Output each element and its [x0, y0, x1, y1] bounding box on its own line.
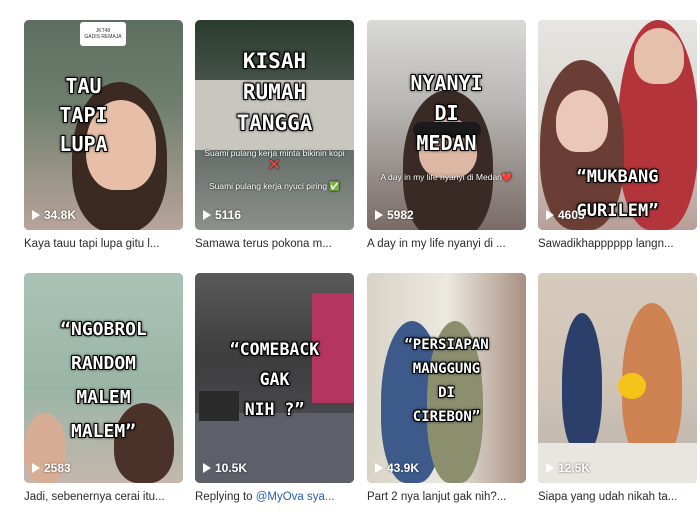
- video-card[interactable]: KISAH RUMAH TANGGA Suami pulang kerja mi…: [195, 20, 354, 250]
- play-icon: [203, 210, 211, 220]
- overlay-title: “PERSIAPAN MANGGUNG DI CIREBON”: [404, 337, 489, 425]
- video-card[interactable]: NYANYI DI MEDAN A day in my life nyanyi …: [367, 20, 526, 250]
- video-caption[interactable]: Samawa terus pokona m...: [195, 238, 354, 250]
- view-count: 5982: [375, 208, 414, 222]
- video-grid: JKT48 GADIS REMAJA TAU TAPI LUPA 34.8K K…: [0, 0, 700, 525]
- play-icon: [375, 463, 383, 473]
- video-card[interactable]: 12.5K Siapa yang udah nikah ta...: [538, 273, 697, 503]
- overlay-title: “NGOBROL RANDOM MALEM MALEM”: [60, 319, 147, 442]
- play-icon: [546, 463, 554, 473]
- video-card[interactable]: “NGOBROL RANDOM MALEM MALEM” 2583 Jadi, …: [24, 273, 183, 503]
- video-caption[interactable]: Siapa yang udah nikah ta...: [538, 491, 697, 503]
- overlay-title: TAU TAPI LUPA: [59, 74, 108, 156]
- video-thumbnail[interactable]: JKT48 GADIS REMAJA TAU TAPI LUPA 34.8K: [24, 20, 183, 230]
- video-thumbnail[interactable]: “COMEBACK GAK NIH ?” 10.5K: [195, 273, 354, 483]
- play-icon: [203, 463, 211, 473]
- sticker: JKT48 GADIS REMAJA: [80, 22, 126, 46]
- video-caption[interactable]: Sawadikhapppppp langn...: [538, 238, 697, 250]
- overlay-title: “COMEBACK GAK NIH ?”: [229, 340, 320, 419]
- overlay-subtitle: A day in my life nyanyi di Medan❤️: [380, 172, 513, 182]
- video-card[interactable]: “COMEBACK GAK NIH ?” 10.5K Replying to @…: [195, 273, 354, 503]
- overlay-subtitle: Suami pulang kerja minta bikinin kopi ❌ …: [204, 148, 345, 191]
- video-thumbnail[interactable]: “PERSIAPAN MANGGUNG DI CIREBON” 43.9K: [367, 273, 526, 483]
- play-icon: [32, 210, 40, 220]
- video-caption[interactable]: Kaya tauu tapi lupa gitu l...: [24, 238, 183, 250]
- video-caption[interactable]: Part 2 nya lanjut gak nih?...: [367, 491, 526, 503]
- video-thumbnail[interactable]: “NGOBROL RANDOM MALEM MALEM” 2583: [24, 273, 183, 483]
- video-card[interactable]: “MUKBANG GURILEM” 4605 Sawadikhapppppp l…: [538, 20, 697, 250]
- overlay-title: NYANYI DI MEDAN: [410, 71, 483, 155]
- view-count: 12.5K: [546, 461, 590, 475]
- view-count: 2583: [32, 461, 71, 475]
- video-thumbnail[interactable]: NYANYI DI MEDAN A day in my life nyanyi …: [367, 20, 526, 230]
- video-card[interactable]: “PERSIAPAN MANGGUNG DI CIREBON” 43.9K Pa…: [367, 273, 526, 503]
- view-count: 43.9K: [375, 461, 419, 475]
- view-count: 10.5K: [203, 461, 247, 475]
- video-caption[interactable]: Jadi, sebenernya cerai itu...: [24, 491, 183, 503]
- mention-link[interactable]: @MyOva sya...: [256, 491, 335, 503]
- play-icon: [32, 463, 40, 473]
- video-caption[interactable]: Replying to @MyOva sya...: [195, 491, 354, 503]
- view-count: 4605: [546, 208, 585, 222]
- overlay-title: KISAH RUMAH TANGGA: [236, 49, 313, 135]
- video-thumbnail[interactable]: 12.5K: [538, 273, 697, 483]
- video-caption[interactable]: A day in my life nyanyi di ...: [367, 238, 526, 250]
- play-icon: [546, 210, 554, 220]
- view-count: 34.8K: [32, 208, 76, 222]
- video-card[interactable]: JKT48 GADIS REMAJA TAU TAPI LUPA 34.8K K…: [24, 20, 183, 250]
- video-thumbnail[interactable]: KISAH RUMAH TANGGA Suami pulang kerja mi…: [195, 20, 354, 230]
- video-thumbnail[interactable]: “MUKBANG GURILEM” 4605: [538, 20, 697, 230]
- view-count: 5116: [203, 208, 241, 222]
- play-icon: [375, 210, 383, 220]
